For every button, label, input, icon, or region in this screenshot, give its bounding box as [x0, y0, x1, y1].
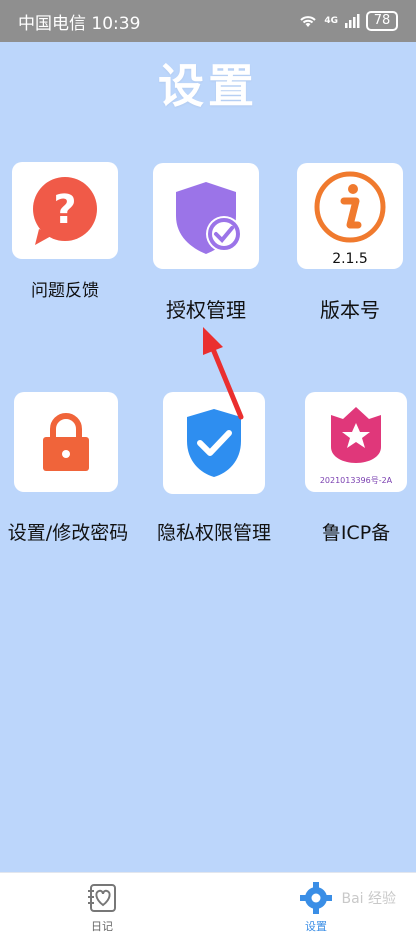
icp-tile[interactable]: 2021013396号-2A: [305, 392, 407, 492]
svg-text:?: ?: [53, 187, 76, 233]
tab-diary-label: 日记: [91, 920, 113, 933]
signal-icon: [345, 14, 360, 28]
network-type: 4G: [324, 16, 338, 26]
version-tile[interactable]: 2.1.5: [297, 163, 403, 269]
privacy-label: 隐私权限管理: [156, 522, 271, 544]
carrier-time: 中国电信 10:39: [18, 13, 141, 34]
star-badge-icon: [331, 407, 381, 463]
feedback-tile[interactable]: ?: [12, 162, 118, 259]
password-tile[interactable]: [14, 392, 118, 492]
question-bubble-icon: ?: [33, 176, 97, 245]
version-label: 版本号: [320, 298, 380, 322]
info-icon: [314, 171, 386, 243]
icp-number: 2021013396号-2A: [319, 476, 393, 485]
battery-icon: 78: [366, 11, 398, 31]
diary-heart-icon: [88, 884, 116, 912]
status-bar: 中国电信 10:39 4G 78: [0, 0, 416, 42]
icp-label: 鲁ICP备: [321, 522, 391, 544]
authorization-label: 授权管理: [166, 298, 246, 322]
authorization-tile[interactable]: [153, 163, 259, 269]
version-number: 2.1.5: [332, 251, 368, 267]
tab-diary[interactable]: 日记: [72, 881, 132, 934]
shield-check-icon: [176, 182, 242, 254]
page-title: 设置: [158, 59, 258, 113]
baidu-watermark: Bai 经验: [341, 891, 396, 907]
password-label: 设置/修改密码: [7, 522, 129, 544]
tab-settings[interactable]: 设置: [286, 881, 346, 934]
lock-icon: [43, 413, 89, 471]
tab-settings-label: 设置: [305, 920, 327, 933]
gear-icon: [300, 882, 332, 914]
status-icons: 4G 78: [298, 11, 398, 31]
red-arrow-annotation: [203, 327, 244, 420]
wifi-icon: [300, 16, 317, 27]
feedback-label: 问题反馈: [31, 281, 99, 301]
